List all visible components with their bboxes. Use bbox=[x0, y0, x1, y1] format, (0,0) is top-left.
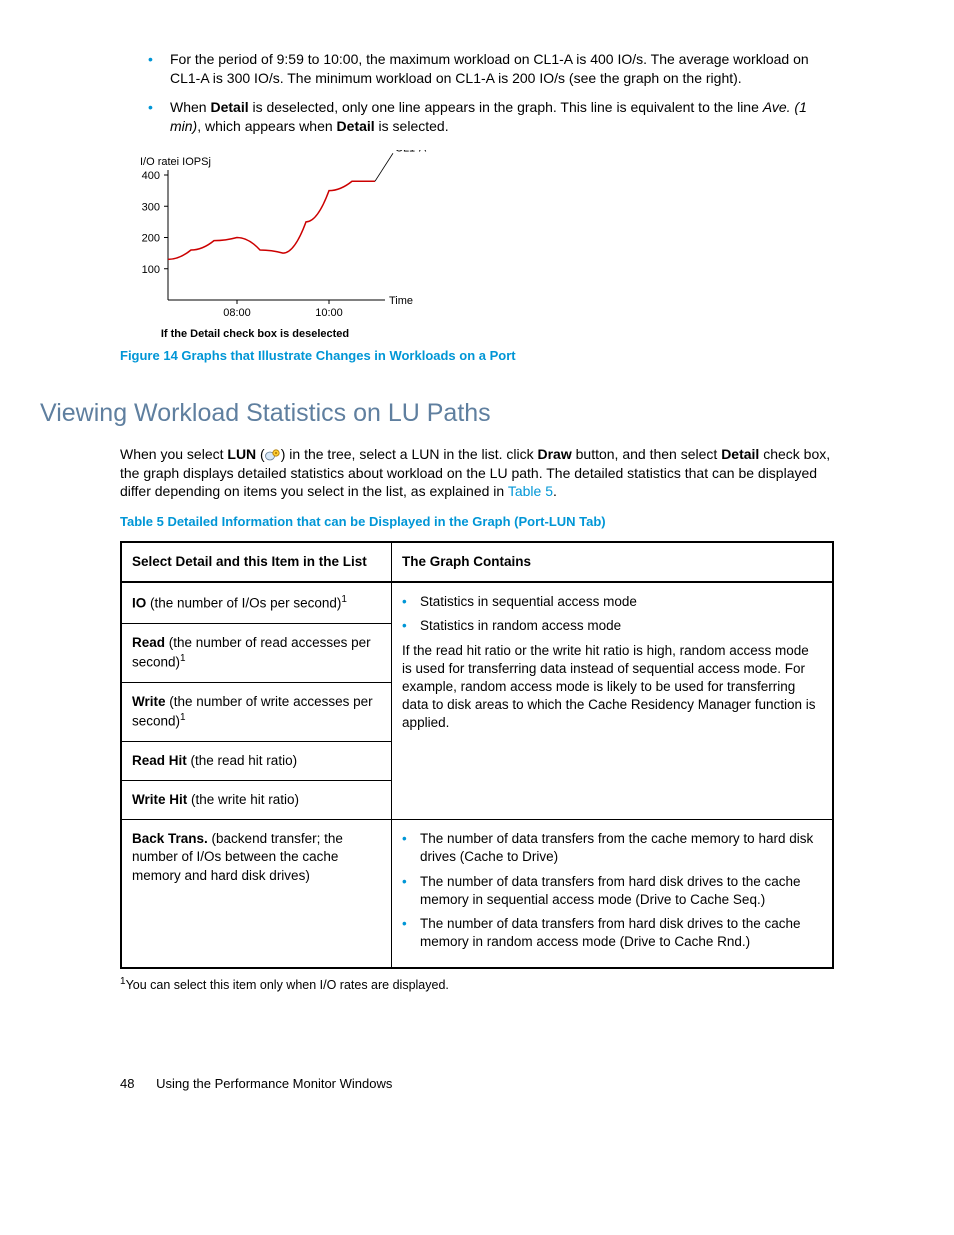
para-text: button, and then select bbox=[572, 446, 721, 462]
cell-bold: Write bbox=[132, 694, 166, 709]
table-cell: The number of data transfers from the ca… bbox=[392, 820, 833, 969]
table-link[interactable]: Table 5 bbox=[508, 483, 553, 499]
svg-text:300: 300 bbox=[142, 201, 160, 213]
table-cell: Read Hit (the read hit ratio) bbox=[121, 741, 392, 780]
footnote-text: You can select this item only when I/O r… bbox=[126, 979, 449, 993]
bullet-item: For the period of 9:59 to 10:00, the max… bbox=[148, 50, 834, 88]
table-cell: Write (the number of write accesses per … bbox=[121, 682, 392, 741]
lun-icon bbox=[265, 448, 281, 462]
svg-text:200: 200 bbox=[142, 232, 160, 244]
footer-title: Using the Performance Monitor Windows bbox=[156, 1076, 392, 1091]
bullet-text: For the period of 9:59 to 10:00, the max… bbox=[170, 51, 809, 86]
para-bold: LUN bbox=[227, 446, 256, 462]
bullet-text: is deselected, only one line appears in … bbox=[249, 99, 763, 115]
para-text: When you select bbox=[120, 446, 227, 462]
table-cell: IO (the number of I/Os per second)1 bbox=[121, 582, 392, 623]
para-text: . bbox=[553, 483, 557, 499]
cell-sup: 1 bbox=[341, 594, 347, 605]
intro-bullet-list: For the period of 9:59 to 10:00, the max… bbox=[120, 50, 834, 136]
svg-text:400: 400 bbox=[142, 170, 160, 182]
table-cell: Read (the number of read accesses per se… bbox=[121, 623, 392, 682]
chart-inner-caption: If the Detail check box is deselected bbox=[120, 327, 390, 342]
table-cell: Write Hit (the write hit ratio) bbox=[121, 780, 392, 819]
svg-text:Time: Time bbox=[389, 295, 413, 307]
cell-bullet: Statistics in random access mode bbox=[402, 617, 822, 635]
para-bold: Draw bbox=[538, 446, 572, 462]
cell-bold: Back Trans. bbox=[132, 831, 208, 846]
svg-text:10:00: 10:00 bbox=[315, 307, 343, 319]
figure-caption: Figure 14 Graphs that Illustrate Changes… bbox=[120, 347, 834, 365]
table-cell: Statistics in sequential access mode Sta… bbox=[392, 582, 833, 820]
table-header-right: The Graph Contains bbox=[392, 542, 833, 582]
cell-bullet: The number of data transfers from the ca… bbox=[402, 830, 822, 866]
detail-table: Select Detail and this Item in the List … bbox=[120, 541, 834, 970]
cell-text: (the number of I/Os per second) bbox=[146, 596, 341, 611]
bullet-item: When Detail is deselected, only one line… bbox=[148, 98, 834, 136]
line-chart: 100 200 300 400 08:00 10:00 I/O ratei IOPSj Tim… bbox=[120, 150, 430, 325]
svg-text:I/O ratei IOPSj: I/O ratei IOPSj bbox=[140, 156, 211, 168]
bullet-text: When bbox=[170, 99, 210, 115]
cell-bullet: Statistics in sequential access mode bbox=[402, 593, 822, 611]
para-text: ( bbox=[256, 446, 265, 462]
cell-bullet: The number of data transfers from hard d… bbox=[402, 915, 822, 951]
figure-chart: 100 200 300 400 08:00 10:00 I/O ratei IOPSj Tim… bbox=[120, 150, 834, 342]
cell-text: (the number of read accesses per second) bbox=[132, 635, 371, 670]
para-bold: Detail bbox=[721, 446, 759, 462]
bullet-bold: Detail bbox=[337, 118, 375, 134]
page-footer: 48 Using the Performance Monitor Windows bbox=[120, 1075, 834, 1093]
page-number: 48 bbox=[120, 1075, 134, 1093]
svg-text:100: 100 bbox=[142, 263, 160, 275]
table-cell: Back Trans. (backend transfer; the numbe… bbox=[121, 820, 392, 969]
svg-text:CL1-A: CL1-A bbox=[395, 150, 427, 154]
cell-text: (the write hit ratio) bbox=[187, 792, 299, 807]
table-footnote: 1You can select this item only when I/O … bbox=[120, 975, 834, 994]
table-header-left: Select Detail and this Item in the List bbox=[121, 542, 392, 582]
para-text: ) in the tree, select a LUN in the list.… bbox=[281, 446, 538, 462]
table-caption: Table 5 Detailed Information that can be… bbox=[120, 513, 834, 531]
cell-text: (the read hit ratio) bbox=[187, 753, 297, 768]
section-paragraph: When you select LUN ( ) in the tree, sele… bbox=[120, 445, 834, 502]
cell-sup: 1 bbox=[180, 712, 186, 723]
cell-bold: Read Hit bbox=[132, 753, 187, 768]
section-heading: Viewing Workload Statistics on LU Paths bbox=[40, 397, 834, 431]
cell-text: If the read hit ratio or the write hit r… bbox=[402, 642, 822, 733]
cell-bullet: The number of data transfers from hard d… bbox=[402, 873, 822, 909]
bullet-bold: Detail bbox=[210, 99, 248, 115]
svg-text:08:00: 08:00 bbox=[223, 307, 251, 319]
cell-bold: Read bbox=[132, 635, 165, 650]
cell-bold: Write Hit bbox=[132, 792, 187, 807]
bullet-text: is selected. bbox=[375, 118, 449, 134]
cell-sup: 1 bbox=[180, 653, 186, 664]
cell-text: (the number of write accesses per second… bbox=[132, 694, 373, 729]
cell-bold: IO bbox=[132, 596, 146, 611]
bullet-text: , which appears when bbox=[197, 118, 336, 134]
